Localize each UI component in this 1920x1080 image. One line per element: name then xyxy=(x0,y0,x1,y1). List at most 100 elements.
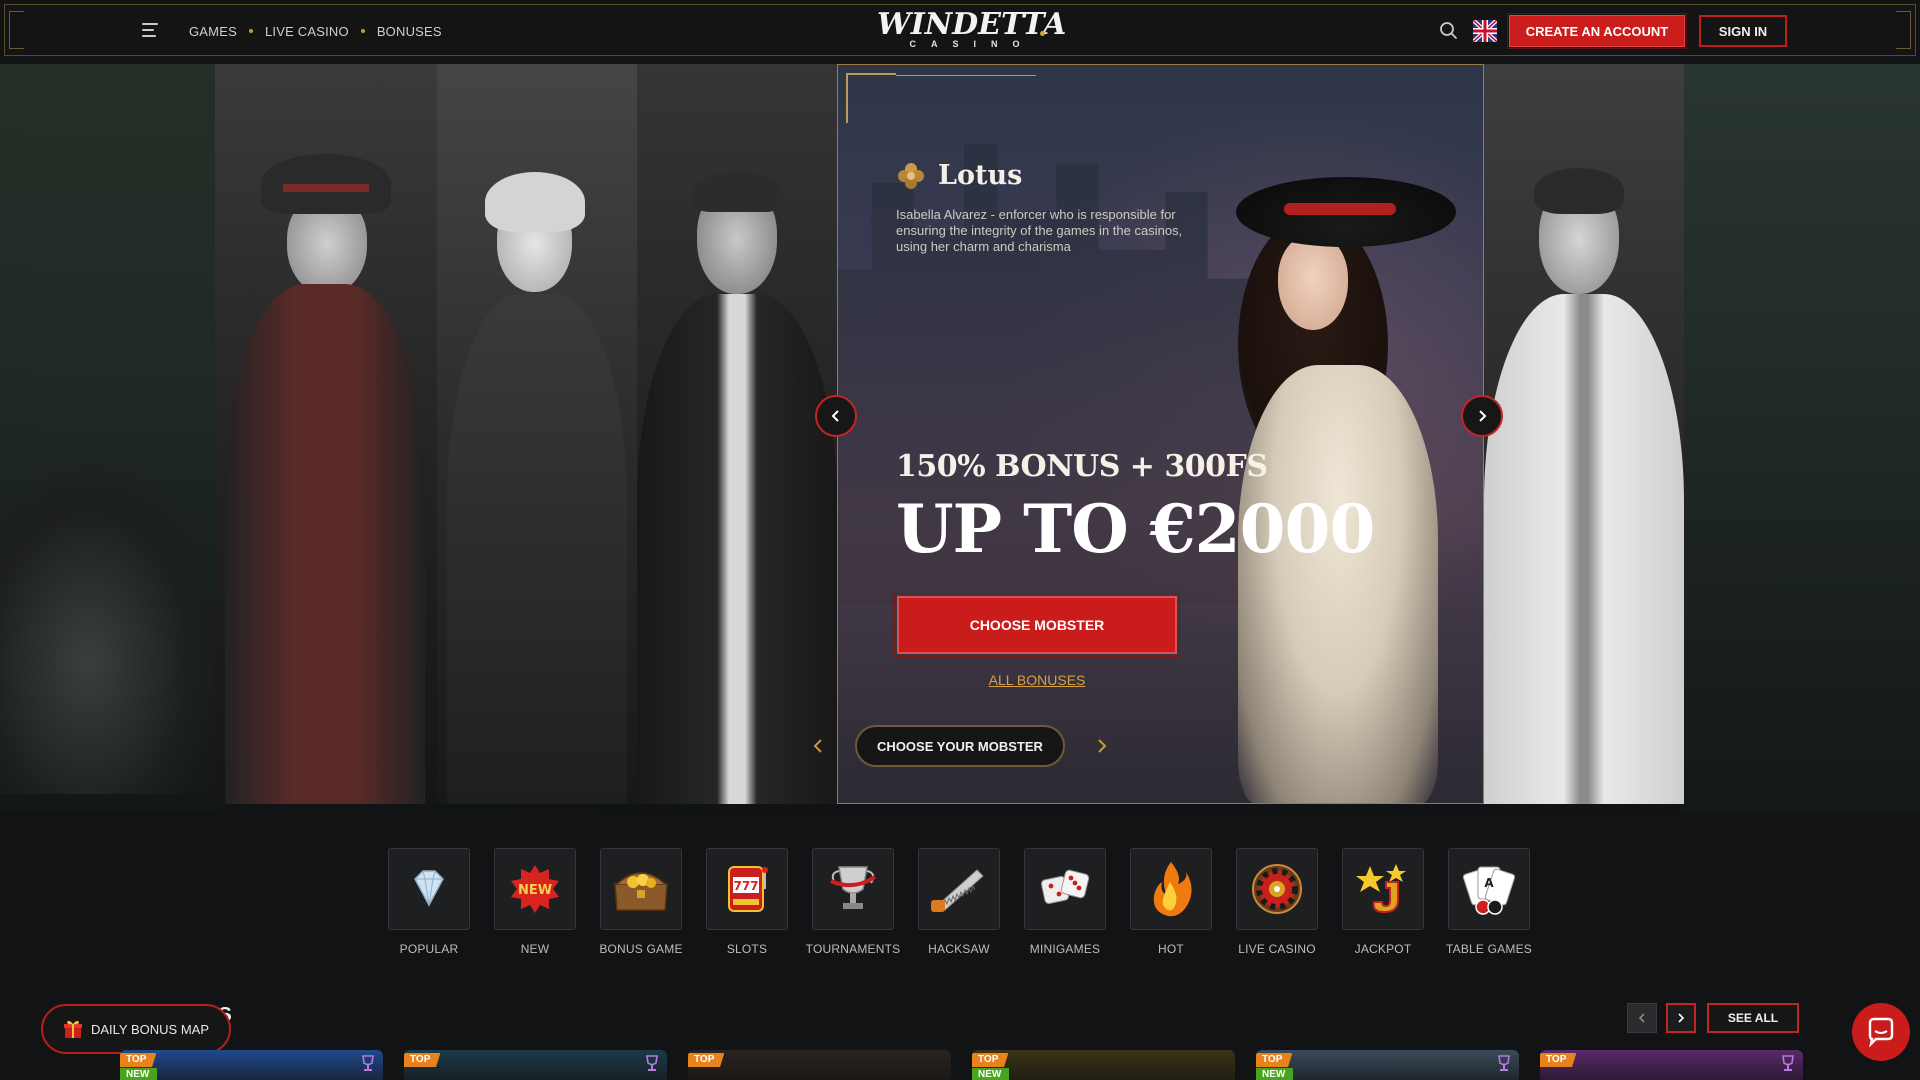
games-carousel: TOP NEW TOP TOP TOP NEW TOP NEW TOP xyxy=(120,1050,1803,1080)
hair-image xyxy=(485,172,585,232)
create-account-button[interactable]: CREATE AN ACCOUNT xyxy=(1507,13,1687,49)
top-badge: TOP xyxy=(972,1053,1009,1067)
chevron-left-icon[interactable] xyxy=(810,736,826,756)
vintage-car-image xyxy=(0,464,220,794)
new-badge: NEW xyxy=(972,1068,1010,1080)
search-icon[interactable] xyxy=(1439,21,1459,41)
daily-bonus-map-button[interactable]: DAILY BONUS MAP xyxy=(41,1004,231,1054)
cards-icon: A xyxy=(1448,848,1530,930)
choose-mobster-button[interactable]: CHOOSE MOBSTER xyxy=(894,593,1180,657)
main-nav: GAMES LIVE CASINO BONUSES xyxy=(189,5,442,57)
nav-separator-dot xyxy=(360,29,365,33)
character-shirt xyxy=(1484,294,1684,804)
category-label: SLOTS xyxy=(726,942,768,956)
nav-live-casino[interactable]: LIVE CASINO xyxy=(265,24,349,39)
bonus-amount: UP TO €2000 xyxy=(896,490,1375,568)
daily-bonus-label: DAILY BONUS MAP xyxy=(91,1021,209,1037)
hamburger-menu-icon[interactable] xyxy=(142,23,158,37)
hat-band xyxy=(283,184,369,192)
mobster-card-flapper[interactable] xyxy=(437,64,637,804)
new-badge: NEW xyxy=(1256,1068,1294,1080)
live-chat-button[interactable] xyxy=(1852,1003,1910,1061)
category-hacksaw[interactable]: HACKSAW xyxy=(918,848,1000,956)
game-tile[interactable]: TOP NEW xyxy=(1256,1050,1519,1080)
carousel-prev-button[interactable] xyxy=(815,395,857,437)
game-tile[interactable]: TOP NEW xyxy=(972,1050,1235,1080)
category-hot[interactable]: HOT xyxy=(1130,848,1212,956)
category-label: TOURNAMENTS xyxy=(805,942,901,956)
category-bar: POPULAR NEW NEW BONUS GAME 777 SLOTS TOU… xyxy=(388,848,1532,956)
category-slots[interactable]: 777 SLOTS xyxy=(706,848,788,956)
jackpot-icon xyxy=(1342,848,1424,930)
svg-text:NEW: NEW xyxy=(518,883,552,898)
roulette-icon xyxy=(1236,848,1318,930)
gold-frame-corner xyxy=(846,73,896,123)
tournament-trophy-icon xyxy=(646,1055,658,1071)
game-tile[interactable]: TOP xyxy=(404,1050,667,1080)
game-tile[interactable]: TOP NEW xyxy=(120,1050,383,1080)
character-heading: Lotus xyxy=(896,160,1022,191)
category-label: MINIGAMES xyxy=(1029,942,1101,956)
game-tile[interactable]: TOP xyxy=(1540,1050,1803,1080)
top-header: GAMES LIVE CASINO BONUSES WINDETTA CASIN… xyxy=(4,4,1916,56)
hair-image xyxy=(1534,168,1624,214)
chevron-right-icon[interactable] xyxy=(1094,736,1110,756)
treasure-chest-icon xyxy=(600,848,682,930)
gift-icon xyxy=(64,1020,82,1038)
slot-machine-icon: 777 xyxy=(706,848,788,930)
category-popular[interactable]: POPULAR xyxy=(388,848,470,956)
games-prev-button[interactable] xyxy=(1627,1003,1657,1033)
lotus-icon xyxy=(898,162,924,189)
new-badge-icon: NEW xyxy=(494,848,576,930)
hair-image xyxy=(693,172,783,212)
logo-gold-dot xyxy=(1040,31,1045,36)
hat-red-band xyxy=(1284,203,1396,215)
category-label: HOT xyxy=(1158,942,1184,956)
category-live-casino[interactable]: LIVE CASINO xyxy=(1236,848,1318,956)
logo-wordmark: WINDETTA xyxy=(877,7,1067,42)
nav-bonuses[interactable]: BONUSES xyxy=(377,24,442,39)
category-label: NEW xyxy=(520,942,550,956)
saw-icon xyxy=(918,848,1000,930)
category-label: LIVE CASINO xyxy=(1238,942,1316,956)
see-all-button[interactable]: SEE ALL xyxy=(1707,1003,1799,1033)
tournament-trophy-icon xyxy=(1498,1055,1510,1071)
character-face xyxy=(1278,235,1348,330)
character-description: Isabella Alvarez - enforcer who is respo… xyxy=(896,207,1183,254)
all-bonuses-link[interactable]: ALL BONUSES xyxy=(897,672,1177,688)
flame-icon xyxy=(1130,848,1212,930)
category-jackpot[interactable]: JACKPOT xyxy=(1342,848,1424,956)
character-name: Lotus xyxy=(938,160,1023,191)
nav-games[interactable]: GAMES xyxy=(189,24,237,39)
mobster-card-gentleman[interactable] xyxy=(637,64,837,804)
category-tournaments[interactable]: TOURNAMENTS xyxy=(806,848,900,956)
top-badge: TOP xyxy=(688,1053,725,1067)
top-badge: TOP xyxy=(1540,1053,1577,1067)
chevron-right-icon xyxy=(1678,1013,1685,1023)
category-label: TABLE GAMES xyxy=(1445,942,1532,956)
chat-bubble-icon xyxy=(1868,1017,1894,1047)
tournament-trophy-icon xyxy=(362,1055,374,1071)
category-label: JACKPOT xyxy=(1354,942,1412,956)
gold-frame-line xyxy=(896,75,1036,76)
character-dress xyxy=(1238,365,1438,803)
category-new[interactable]: NEW NEW xyxy=(494,848,576,956)
top-badge: TOP xyxy=(404,1053,441,1067)
site-logo[interactable]: WINDETTA CASINO xyxy=(877,7,1067,53)
category-label: POPULAR xyxy=(399,942,459,956)
mobster-card-boss[interactable] xyxy=(215,64,437,804)
character-dress xyxy=(447,294,627,804)
carousel-next-button[interactable] xyxy=(1461,395,1503,437)
game-tile[interactable]: TOP xyxy=(688,1050,951,1080)
svg-text:777: 777 xyxy=(733,879,758,893)
category-minigames[interactable]: MINIGAMES xyxy=(1024,848,1106,956)
games-next-button[interactable] xyxy=(1666,1003,1696,1033)
choose-your-mobster-button[interactable]: CHOOSE YOUR MOBSTER xyxy=(855,725,1065,767)
category-table-games[interactable]: A TABLE GAMES xyxy=(1446,848,1532,956)
sign-in-button[interactable]: SIGN IN xyxy=(1699,15,1787,47)
mobster-card-tattooed[interactable] xyxy=(1484,64,1684,804)
category-bonus-game[interactable]: BONUS GAME xyxy=(599,848,682,956)
category-label: BONUS GAME xyxy=(599,942,683,956)
category-label: HACKSAW xyxy=(928,942,990,956)
uk-flag-icon[interactable] xyxy=(1471,18,1499,44)
